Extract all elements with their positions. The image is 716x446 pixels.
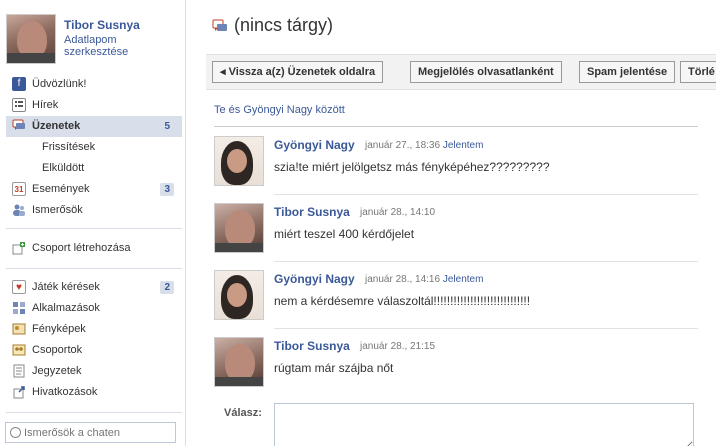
game-icon: ♥: [12, 280, 26, 294]
divider: [274, 328, 698, 329]
thread-toolbar: ◂ Vissza a(z) Üzenetek oldalra Megjelölé…: [206, 54, 716, 90]
nav-item-links[interactable]: Hivatkozások: [6, 382, 182, 403]
nav-item-label: Üzenetek: [32, 120, 81, 132]
nav-item-label: Események: [32, 183, 90, 195]
nav-item-label: Üdvözlünk!: [32, 78, 87, 90]
nav-item-events[interactable]: 31 Események 3: [6, 179, 182, 200]
main-nav: f Üdvözlünk! Hírek Üzenetek 5 Frissítése…: [6, 74, 182, 221]
apps-icon: [12, 301, 26, 315]
nav-item-label: Fényképek: [32, 323, 86, 335]
message-author[interactable]: Tibor Susnya: [274, 339, 350, 353]
friends-icon: [12, 203, 26, 217]
newsfeed-icon: [12, 98, 26, 112]
message-thread: (nincs tárgy) ◂ Vissza a(z) Üzenetek old…: [186, 0, 716, 446]
nav-item-updates[interactable]: Frissítések: [6, 137, 182, 158]
nav-item-news[interactable]: Hírek: [6, 95, 182, 116]
message-author[interactable]: Gyöngyi Nagy: [274, 272, 355, 286]
nav-item-groups[interactable]: Csoportok: [6, 340, 182, 361]
message-time: január 28., 21:15: [360, 341, 436, 352]
avatar[interactable]: [214, 337, 264, 387]
message-text: miért teszel 400 kérdőjelet: [274, 227, 415, 241]
nav-item-label: Csoportok: [32, 344, 83, 356]
delete-button[interactable]: Törlé: [680, 61, 716, 83]
back-to-messages-button[interactable]: ◂ Vissza a(z) Üzenetek oldalra: [212, 61, 384, 83]
nav-item-photos[interactable]: Fényképek: [6, 319, 182, 340]
nav-item-sent[interactable]: Elküldött: [6, 158, 182, 179]
message-time: január 28., 14:16: [365, 274, 441, 285]
message-text: rúgtam már szájba nőt: [274, 361, 394, 375]
message-meta: január 28., 14:10: [360, 207, 435, 218]
message-meta: január 28., 14:16 Jelentem: [365, 274, 483, 285]
nav-item-friends[interactable]: Ismerősök: [6, 200, 182, 221]
message-time: január 28., 14:10: [360, 207, 436, 218]
message-text: szia!te miért jelölgetsz más fényképéhez…: [274, 160, 550, 174]
search-icon: [10, 427, 21, 438]
divider: [274, 194, 698, 195]
apps-nav: ♥ Játék kérések 2 Alkalmazások Fényképek…: [6, 277, 182, 403]
reply-textarea[interactable]: [274, 403, 694, 446]
events-count-badge: 3: [160, 183, 174, 196]
report-link[interactable]: Jelentem: [443, 274, 484, 285]
message-thread-icon: [212, 19, 228, 33]
unread-count-badge: 5: [164, 121, 170, 132]
report-link[interactable]: Jelentem: [443, 140, 484, 151]
message-meta: január 28., 21:15: [360, 341, 435, 352]
divider: [6, 268, 182, 269]
nav-item-label: Elküldött: [42, 162, 85, 174]
reply-label: Válasz:: [224, 407, 262, 419]
photos-icon: [12, 322, 26, 336]
nav-item-notes[interactable]: Jegyzetek: [6, 361, 182, 382]
chat-search-box[interactable]: [5, 422, 176, 443]
chat-search-input[interactable]: [24, 425, 174, 440]
message-time: január 27., 18:36: [365, 140, 441, 151]
divider: [274, 261, 698, 262]
notes-icon: [12, 364, 26, 378]
message-author[interactable]: Tibor Susnya: [274, 205, 350, 219]
calendar-icon: 31: [12, 182, 26, 196]
avatar[interactable]: [6, 14, 56, 64]
nav-item-label: Alkalmazások: [32, 302, 100, 314]
thread-participants: Te és Gyöngyi Nagy között: [214, 104, 345, 116]
message-meta: január 27., 18:36 Jelentem: [365, 140, 483, 151]
create-group-link[interactable]: Csoport létrehozása: [6, 238, 182, 259]
nav-item-welcome[interactable]: f Üdvözlünk!: [6, 74, 182, 95]
message-text: nem a kérdésemre válaszoltál!!!!!!!!!!!!…: [274, 294, 531, 308]
nav-item-apps[interactable]: Alkalmazások: [6, 298, 182, 319]
add-group-icon: [12, 241, 26, 255]
nav-item-label: Frissítések: [42, 141, 96, 153]
profile-header: Tibor Susnya Adatlapom szerkesztése: [6, 14, 182, 66]
messages-icon: [12, 119, 26, 133]
nav-item-label: Jegyzetek: [32, 365, 82, 377]
divider: [6, 412, 182, 413]
groups-icon: [12, 343, 26, 357]
avatar[interactable]: [214, 136, 264, 186]
profile-name[interactable]: Tibor Susnya: [64, 18, 140, 32]
nav-item-messages[interactable]: Üzenetek 5: [6, 116, 182, 137]
nav-item-label: Hírek: [32, 99, 59, 111]
create-group-nav: Csoport létrehozása: [6, 238, 182, 259]
message-author[interactable]: Gyöngyi Nagy: [274, 138, 355, 152]
nav-item-game-requests[interactable]: ♥ Játék kérések 2: [6, 277, 182, 298]
links-icon: [12, 385, 26, 399]
edit-profile-link[interactable]: Adatlapom szerkesztése: [64, 34, 182, 58]
page-title: (nincs tárgy): [234, 15, 334, 35]
nav-item-label: Csoport létrehozása: [32, 242, 131, 254]
divider: [6, 228, 182, 229]
nav-item-label: Hivatkozások: [32, 386, 98, 398]
mark-unread-button[interactable]: Megjelölés olvasatlanként: [410, 61, 562, 83]
game-requests-count-badge: 2: [160, 281, 174, 294]
divider: [214, 126, 698, 127]
left-sidebar: Tibor Susnya Adatlapom szerkesztése f Üd…: [0, 0, 186, 446]
avatar[interactable]: [214, 203, 264, 253]
facebook-icon: f: [12, 77, 26, 91]
avatar[interactable]: [214, 270, 264, 320]
nav-item-label: Játék kérések: [32, 281, 100, 293]
nav-item-label: Ismerősök: [32, 204, 83, 216]
report-spam-button[interactable]: Spam jelentése: [579, 61, 676, 83]
